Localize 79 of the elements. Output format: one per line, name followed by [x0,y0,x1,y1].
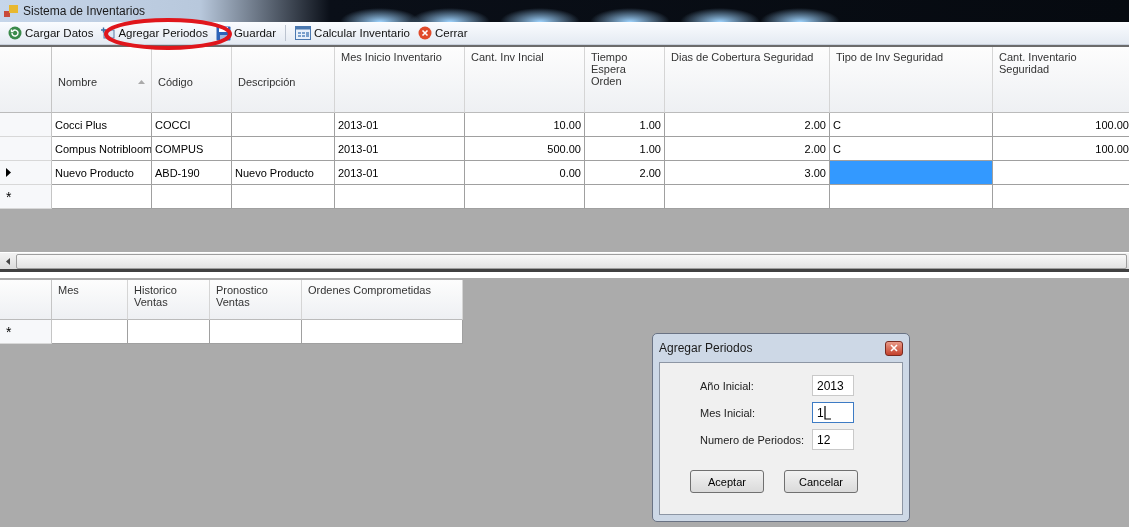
field-label: Año Inicial: [700,379,755,392]
table-cell[interactable] [302,320,463,344]
table-cell[interactable]: C [830,113,993,137]
table-cell[interactable]: 2.00 [585,161,665,185]
app-icon [4,5,18,17]
field-label: Mes Inicial: [700,406,757,419]
table-cell[interactable] [830,185,993,209]
sort-arrow-icon [138,79,145,84]
table-cell[interactable] [665,185,830,209]
table-cell[interactable] [830,161,993,185]
row-header[interactable] [0,161,52,185]
window-add-icon [101,27,116,39]
column-header[interactable]: Código [158,75,225,88]
header-corner [0,280,52,320]
table-cell[interactable]: 1.00 [585,137,665,161]
table-cell[interactable]: COCCI [152,113,232,137]
table-cell[interactable]: 1.00 [585,113,665,137]
close-icon [890,344,898,352]
table-cell[interactable]: COMPUS [152,137,232,161]
table-cell[interactable]: 2013-01 [335,137,465,161]
table-cell[interactable]: 2.00 [665,137,830,161]
text-cursor-icon [823,405,831,420]
new-row-marker: * [6,188,12,205]
close-icon [417,26,432,40]
dialog-button[interactable]: Cancelar [784,470,858,493]
input-field[interactable]: 2013 [812,375,854,396]
table-cell[interactable]: 0.00 [465,161,585,185]
table-cell[interactable] [465,185,585,209]
table-cell[interactable]: C [830,137,993,161]
table-cell[interactable] [210,320,302,344]
refresh-icon [8,26,22,40]
toolbar-button[interactable]: Cerrar [415,25,470,41]
close-button[interactable] [885,340,903,356]
table-cell[interactable] [152,185,232,209]
row-header[interactable]: * [0,185,52,209]
column-header[interactable]: Cant. Inv Incial [471,51,578,63]
row-header[interactable] [0,137,52,161]
toolbar-button[interactable]: Guardar [213,24,279,42]
input-field[interactable]: 1 [812,402,854,423]
table-cell[interactable] [335,185,465,209]
row-header[interactable] [0,113,52,137]
window-title: Sistema de Inventarios [23,4,146,18]
table-cell[interactable]: 2.00 [665,113,830,137]
table-cell[interactable]: Nuevo Producto [232,161,335,185]
splitter[interactable] [0,269,1129,278]
row-header[interactable]: * [0,320,52,344]
toolbar-button[interactable]: Calcular Inventario [293,25,412,41]
left-arrow-icon [6,257,10,265]
field-label: Numero de Periodos: [700,433,805,446]
toolbar-button[interactable]: Agregar Periodos [99,26,210,40]
table-cell[interactable] [232,185,335,209]
table-cell[interactable] [52,320,128,344]
dialog-button[interactable]: Aceptar [690,470,764,493]
toolbar-button[interactable]: Cargar Datos [6,25,96,41]
table-cell[interactable]: Compus Notribloom [52,137,152,161]
table-cell[interactable] [52,185,152,209]
column-header[interactable]: Tipo de Inv Seguridad [836,51,986,63]
table-cell[interactable]: ABD-190 [152,161,232,185]
table-cell[interactable]: Cocci Plus [52,113,152,137]
table-cell[interactable]: 3.00 [665,161,830,185]
input-field[interactable]: 12 [812,429,854,450]
column-header[interactable]: Descripción [238,75,328,88]
table-cell[interactable] [585,185,665,209]
column-header[interactable]: Nombre [58,75,145,88]
table-cell[interactable] [232,113,335,137]
table-cell[interactable] [128,320,210,344]
new-row-marker: * [6,323,12,340]
table-cell[interactable]: Nuevo Producto [52,161,152,185]
header-corner [0,47,52,113]
table-cell[interactable] [232,137,335,161]
column-header[interactable]: Dias de Cobertura Seguridad [671,51,823,63]
table-cell[interactable]: 500.00 [465,137,585,161]
table-cell[interactable]: 10.00 [465,113,585,137]
dialog-title: Agregar Periodos [659,341,753,355]
table-cell[interactable]: 2013-01 [335,161,465,185]
current-row-icon [6,168,11,177]
calculator-icon [295,26,312,40]
column-header[interactable]: Mes Inicio Inventario [341,51,458,63]
table-cell[interactable]: 2013-01 [335,113,465,137]
